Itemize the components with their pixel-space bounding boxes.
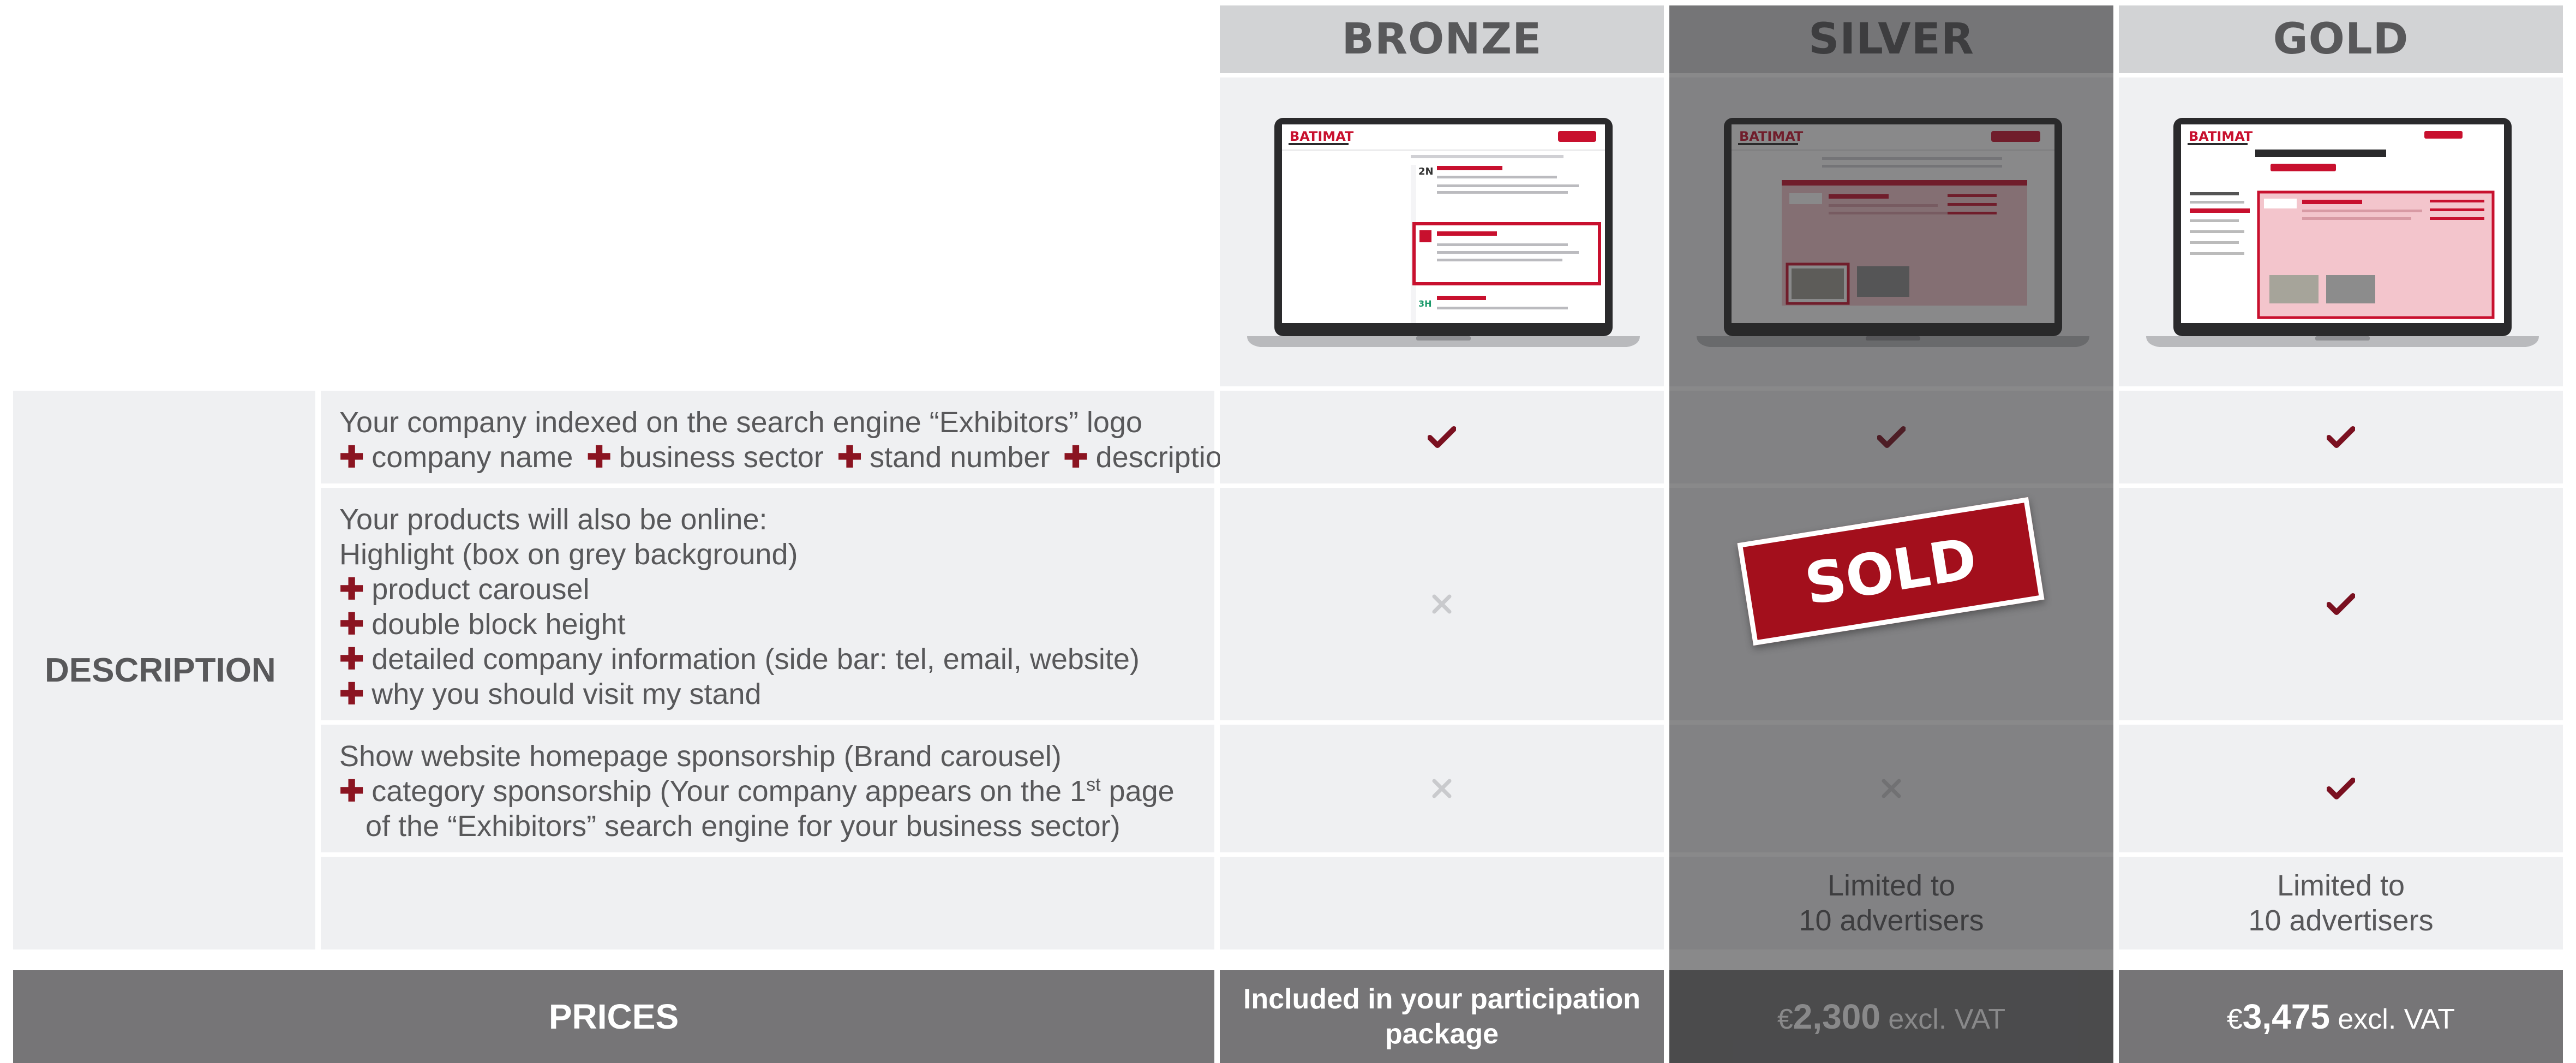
svg-text:3H: 3H [1418, 298, 1432, 309]
tier-name: BRONZE [1341, 15, 1542, 64]
limit-line-2: 10 advertisers [2248, 904, 2434, 937]
feature-line: of the “Exhibitors” search engine for yo… [366, 810, 1121, 843]
check-icon [2327, 426, 2355, 448]
row-4-gold-cell: Limited to 10 advertisers [2119, 857, 2563, 949]
price-bronze-line-1: Included in your participation [1243, 983, 1641, 1015]
laptop-screenshot-silver: BATIMAT [1697, 118, 2089, 347]
feature-line: Your company indexed on the search engin… [339, 406, 1142, 439]
row-4-silver-cell: Limited to 10 advertisers [1669, 857, 2113, 949]
plus-icon: ✚ [339, 573, 364, 606]
plus-icon: ✚ [339, 608, 364, 641]
limit-line-1: Limited to [1827, 869, 1956, 902]
price-bronze: Included in your participation package [1220, 970, 1664, 1063]
check-icon [2327, 778, 2355, 799]
cross-icon [1432, 594, 1452, 614]
limit-line-1: Limited to [2277, 869, 2405, 902]
prices-label-cell: PRICES [13, 970, 1214, 1063]
check-icon [1877, 426, 1906, 448]
cross-icon [1882, 779, 1901, 798]
laptop-screenshot-gold: BATIMAT [2146, 118, 2539, 347]
price-gold-value: €3,475 excl. VAT [2226, 997, 2455, 1036]
row-2-bronze-cell [1220, 488, 1664, 720]
price-gold: €3,475 excl. VAT [2119, 970, 2563, 1063]
feature-line: ✚ company name ✚ business sector ✚ stand nu… [339, 441, 1238, 474]
feature-line: ✚ category sponsorship (Your company appe… [339, 774, 1175, 808]
tier-header-bronze: BRONZE [1220, 5, 1664, 73]
feature-line: ✚ double block height [339, 608, 626, 641]
price-silver-value: €2,300 excl. VAT [1777, 997, 2006, 1036]
row-3-gold-cell [2119, 725, 2563, 852]
feature-line: Your products will also be online: [339, 503, 768, 536]
row-1-silver-cell [1669, 391, 2113, 483]
tier-header-gold: GOLD [2119, 5, 2563, 73]
row-1-gold-cell [2119, 391, 2563, 483]
sold-label: SOLD [1800, 525, 1981, 618]
feature-row-1-text: Your company indexed on the search engin… [321, 391, 1238, 483]
cross-icon [1432, 779, 1452, 798]
feature-line: Highlight (box on grey background) [339, 538, 798, 571]
price-bronze-line-2: package [1385, 1018, 1499, 1050]
plus-icon: ✚ [1063, 441, 1088, 474]
prices-label: PRICES [548, 997, 679, 1036]
feature-row-2-text: Your products will also be online: Highl… [321, 488, 1214, 720]
plus-icon: ✚ [837, 441, 862, 474]
feature-line: ✚ product carousel [339, 573, 590, 606]
limit-line-2: 10 advertisers [1799, 904, 1984, 937]
plus-icon: ✚ [339, 441, 364, 474]
plus-icon: ✚ [339, 643, 364, 676]
tier-header-silver: SILVER [1669, 5, 2113, 73]
batimat-logo: BATIMAT [2189, 129, 2253, 144]
plus-icon: ✚ [339, 775, 364, 808]
row-3-bronze-cell [1220, 725, 1664, 852]
description-label: DESCRIPTION [45, 651, 276, 689]
laptop-screenshot-bronze: BATIMAT 2N 3H [1247, 118, 1640, 347]
feature-line: ✚ detailed company information (side bar:… [339, 643, 1140, 676]
feature-line: ✚ why you should visit my stand [339, 678, 762, 710]
row-2-gold-cell [2119, 488, 2563, 720]
batimat-logo: BATIMAT [1290, 129, 1354, 144]
check-icon [1428, 426, 1456, 448]
row-4-bronze-cell [1220, 857, 1664, 949]
tier-name: SILVER [1808, 15, 1974, 64]
feature-line: Show website homepage sponsorship (Brand… [339, 740, 1062, 773]
row-1-bronze-cell [1220, 391, 1664, 483]
tier-name: GOLD [2273, 15, 2409, 64]
price-silver: €2,300 excl. VAT [1669, 970, 2113, 1063]
description-label-cell: DESCRIPTION [13, 391, 315, 949]
svg-text:2N: 2N [1418, 166, 1434, 177]
feature-row-3-text: Show website homepage sponsorship (Brand… [321, 725, 1214, 852]
row-3-silver-cell [1669, 725, 2113, 852]
batimat-logo: BATIMAT [1739, 129, 1804, 144]
plus-icon: ✚ [339, 678, 364, 710]
feature-row-4-text [321, 857, 1214, 949]
check-icon [2327, 593, 2355, 615]
plus-icon: ✚ [586, 441, 612, 474]
